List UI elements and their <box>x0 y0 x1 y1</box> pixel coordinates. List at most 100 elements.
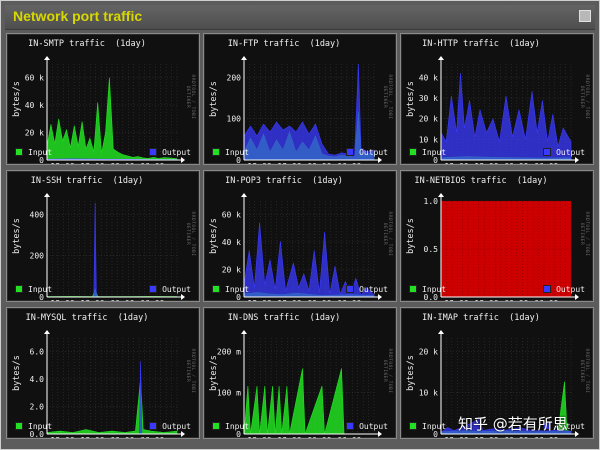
y-tick-label: 10 k <box>419 389 438 398</box>
y-tick-label: 40 k <box>419 73 438 82</box>
legend-swatch-output <box>149 422 158 430</box>
legend-output: Output <box>149 422 191 431</box>
x-tick-label: 12:00 <box>445 299 469 301</box>
legend-input: Input <box>409 285 446 294</box>
legend-swatch-input <box>212 422 220 430</box>
legend-input: Input <box>15 148 52 157</box>
x-tick-label: 12:00 <box>248 162 272 164</box>
x-tick-label: 00:00 <box>110 436 134 438</box>
legend-label: Output <box>556 285 585 294</box>
graph-plot: 0 100 m 200 m 12:00 18:00 00:00 06:00 <box>217 330 382 438</box>
legend-label: Output <box>359 148 388 157</box>
graph-panel: IN-FTP traffic (1day) bytes/s RRDTOOL / TO… <box>203 33 397 165</box>
y-tick-label: 0 <box>433 156 438 164</box>
graph-plot: 0 10 k 20 k 30 k 40 k 12:00 18:00 00:00 06:00 <box>419 56 579 164</box>
y-tick-label: 200 <box>227 73 242 82</box>
legend-label: Input <box>28 285 53 294</box>
y-tick-label: 100 <box>227 115 242 124</box>
x-tick-label: 00:00 <box>504 436 528 438</box>
x-axis-arrow <box>378 431 382 437</box>
legend-swatch-input <box>15 422 23 430</box>
legend-label: Output <box>359 285 388 294</box>
legend-swatch-output <box>543 148 552 156</box>
legend-output: Output <box>346 148 388 157</box>
legend-output: Output <box>346 422 388 431</box>
graph-plot: 0.0 2.0 4.0 6.0 12:00 18:00 00:00 06:00 <box>30 330 185 438</box>
legend-swatch-output <box>149 285 158 293</box>
x-axis-arrow <box>575 157 579 163</box>
x-tick-label: 18:00 <box>474 299 498 301</box>
x-tick-label: 06:00 <box>140 162 164 164</box>
legend-output: Output <box>543 148 585 157</box>
graph-plot: 0 20 k 40 k 60 k 12:00 18:00 00:00 06:00 <box>222 193 382 301</box>
y-tick-label: 0 <box>433 430 438 438</box>
x-tick-label: 00:00 <box>307 162 331 164</box>
x-tick-label: 00:00 <box>307 299 331 301</box>
x-tick-label: 12:00 <box>445 436 469 438</box>
x-tick-label: 06:00 <box>534 162 558 164</box>
y-tick-label: 0 <box>236 430 241 438</box>
x-tick-label: 18:00 <box>80 436 104 438</box>
graph-panel: IN-POP3 traffic (1day) bytes/s RRDTOOL / T… <box>203 170 397 302</box>
legend-swatch-input <box>409 285 417 293</box>
legend-label: Input <box>28 422 53 431</box>
y-tick-label: 2.0 <box>30 402 45 411</box>
legend-swatch-input <box>409 148 417 156</box>
legend-output: Output <box>346 285 388 294</box>
legend-swatch-output <box>346 148 355 156</box>
legend-swatch-input <box>212 148 220 156</box>
graph-panel: IN-DNS traffic (1day) bytes/s RRDTOOL / TO… <box>203 307 397 439</box>
legend-input: Input <box>212 285 249 294</box>
legend-swatch-output <box>149 148 158 156</box>
y-tick-label: 40 k <box>222 238 241 247</box>
legend-label: Output <box>359 422 388 431</box>
legend-label: Output <box>162 148 191 157</box>
y-axis-arrow <box>241 330 247 334</box>
legend-label: Output <box>556 148 585 157</box>
x-tick-label: 12:00 <box>51 299 75 301</box>
x-tick-label: 18:00 <box>277 436 301 438</box>
x-tick-label: 00:00 <box>307 436 331 438</box>
y-tick-label: 0.0 <box>424 293 439 301</box>
y-tick-label: 40 k <box>25 101 44 110</box>
legend-input: Input <box>409 422 446 431</box>
graph-plot: 0 200 400 12:00 18:00 00:00 06:00 <box>30 193 185 301</box>
legend-swatch-input <box>15 285 23 293</box>
watermark: 知乎 @若有所思 <box>458 415 568 433</box>
x-tick-label: 00:00 <box>110 299 134 301</box>
x-tick-label: 18:00 <box>474 436 498 438</box>
output-series <box>440 73 572 161</box>
x-tick-label: 06:00 <box>140 299 164 301</box>
y-tick-label: 0 <box>39 293 44 301</box>
x-tick-label: 06:00 <box>140 436 164 438</box>
legend-label: Input <box>225 148 250 157</box>
x-tick-label: 06:00 <box>337 299 361 301</box>
y-axis-arrow <box>44 330 50 334</box>
x-tick-label: 00:00 <box>504 162 528 164</box>
x-tick-label: 06:00 <box>337 436 361 438</box>
x-axis-arrow <box>181 431 185 437</box>
y-tick-label: 20 k <box>222 265 241 274</box>
x-axis-arrow <box>181 294 185 300</box>
x-tick-label: 18:00 <box>277 162 301 164</box>
x-tick-label: 12:00 <box>51 436 75 438</box>
legend-label: Input <box>422 422 447 431</box>
x-tick-label: 18:00 <box>80 162 104 164</box>
legend-swatch-output <box>346 422 355 430</box>
graph-panel: IN-NETBIOS traffic (1day) bytes/s RRDTOOL … <box>400 170 594 302</box>
x-axis-arrow <box>181 157 185 163</box>
x-tick-label: 12:00 <box>248 436 272 438</box>
legend-label: Input <box>422 148 447 157</box>
y-tick-label: 60 k <box>222 210 241 219</box>
x-tick-label: 18:00 <box>80 299 104 301</box>
y-tick-label: 400 <box>30 210 45 219</box>
y-axis-arrow <box>44 193 50 197</box>
legend-swatch-input <box>212 285 220 293</box>
y-tick-label: 20 k <box>419 115 438 124</box>
x-tick-label: 18:00 <box>474 162 498 164</box>
y-axis-arrow <box>241 193 247 197</box>
y-tick-label: 30 k <box>419 94 438 103</box>
graph-panel: IN-SMTP traffic (1day) bytes/s RRDTOOL / T… <box>6 33 200 165</box>
x-axis-arrow <box>378 157 382 163</box>
legend-input: Input <box>15 422 52 431</box>
